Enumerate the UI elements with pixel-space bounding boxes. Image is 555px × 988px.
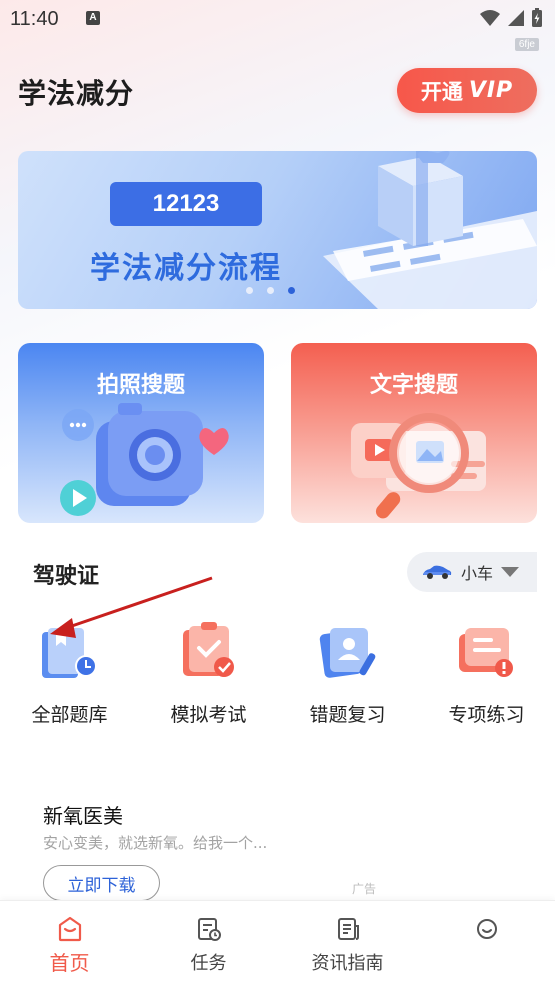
text-search-label: 文字搜题 xyxy=(369,373,458,398)
ad-description: 安心变美，就选新氧。给我一个... xyxy=(43,834,268,852)
pagination-dot xyxy=(267,287,274,294)
nav-label: 资讯指南 xyxy=(311,953,384,974)
vehicle-type-select[interactable]: 小车 xyxy=(407,552,537,592)
watermark: 6fje xyxy=(514,38,539,51)
nav-profile[interactable] xyxy=(417,901,555,988)
banner-code: 12123 xyxy=(110,182,262,226)
pagination-dot-active xyxy=(288,287,295,294)
home-icon xyxy=(58,916,82,942)
ad-download-button[interactable]: 立即下载 xyxy=(43,865,160,901)
grid-label: 错题复习 xyxy=(309,704,386,726)
battery-icon xyxy=(532,8,542,27)
grid-item-mock-exam[interactable]: 模拟考试 xyxy=(139,618,278,728)
section-title: 驾驶证 xyxy=(33,564,100,589)
nav-label: 任务 xyxy=(190,953,227,974)
page-title: 学法减分 xyxy=(18,77,135,110)
wrong-questions-icon xyxy=(319,628,376,678)
vehicle-type-label: 小车 xyxy=(461,564,494,583)
dropdown-arrow-icon xyxy=(501,567,520,577)
promo-banner[interactable]: 12123 学法减分流程 xyxy=(18,151,537,309)
mock-exam-icon xyxy=(183,622,234,677)
vip-button[interactable]: 开通 VIP xyxy=(397,68,537,113)
grid-label: 全部题库 xyxy=(31,704,108,726)
nav-news-guide[interactable]: 资讯指南 xyxy=(278,901,417,988)
banner-title: 学法减分流程 xyxy=(90,251,282,286)
photo-search-label: 拍照搜题 xyxy=(96,373,185,398)
task-icon xyxy=(198,918,221,941)
signal-icon xyxy=(508,10,524,26)
notification-icon: A xyxy=(86,11,100,25)
status-icons xyxy=(479,8,543,28)
text-search-card[interactable]: 文字搜题 xyxy=(291,343,537,523)
ad-title: 新氧医美 xyxy=(43,804,123,828)
status-bar: 11:40 A 6fje xyxy=(0,0,555,51)
grid-item-wrong-questions[interactable]: 错题复习 xyxy=(278,618,417,728)
car-icon xyxy=(423,565,452,579)
question-bank-icon xyxy=(42,628,97,678)
nav-tasks[interactable]: 任务 xyxy=(139,901,278,988)
pagination-dot xyxy=(246,287,253,294)
grid-label: 模拟考试 xyxy=(170,704,247,726)
grid-label: 专项练习 xyxy=(448,704,525,726)
nav-home[interactable]: 首页 xyxy=(0,901,139,988)
bottom-nav: 首页 任务 资讯指南 xyxy=(0,900,555,988)
wifi-icon xyxy=(480,10,500,26)
ad-tag: 广告 xyxy=(352,882,377,896)
grid-item-question-bank[interactable]: 全部题库 xyxy=(0,618,139,728)
vip-badge: VIP xyxy=(468,78,514,103)
vip-label: 开通 xyxy=(420,79,463,104)
license-grid: 全部题库 模拟考试 错题复习 专项练习 xyxy=(0,618,555,728)
special-practice-icon xyxy=(459,628,513,677)
news-guide-icon xyxy=(338,918,359,940)
banner-pagination xyxy=(246,287,295,294)
status-time: 11:40 xyxy=(10,8,59,30)
profile-icon xyxy=(477,919,497,939)
grid-item-special-practice[interactable]: 专项练习 xyxy=(417,618,555,728)
nav-label: 首页 xyxy=(49,951,90,975)
photo-search-card[interactable]: 拍照搜题 xyxy=(18,343,264,523)
